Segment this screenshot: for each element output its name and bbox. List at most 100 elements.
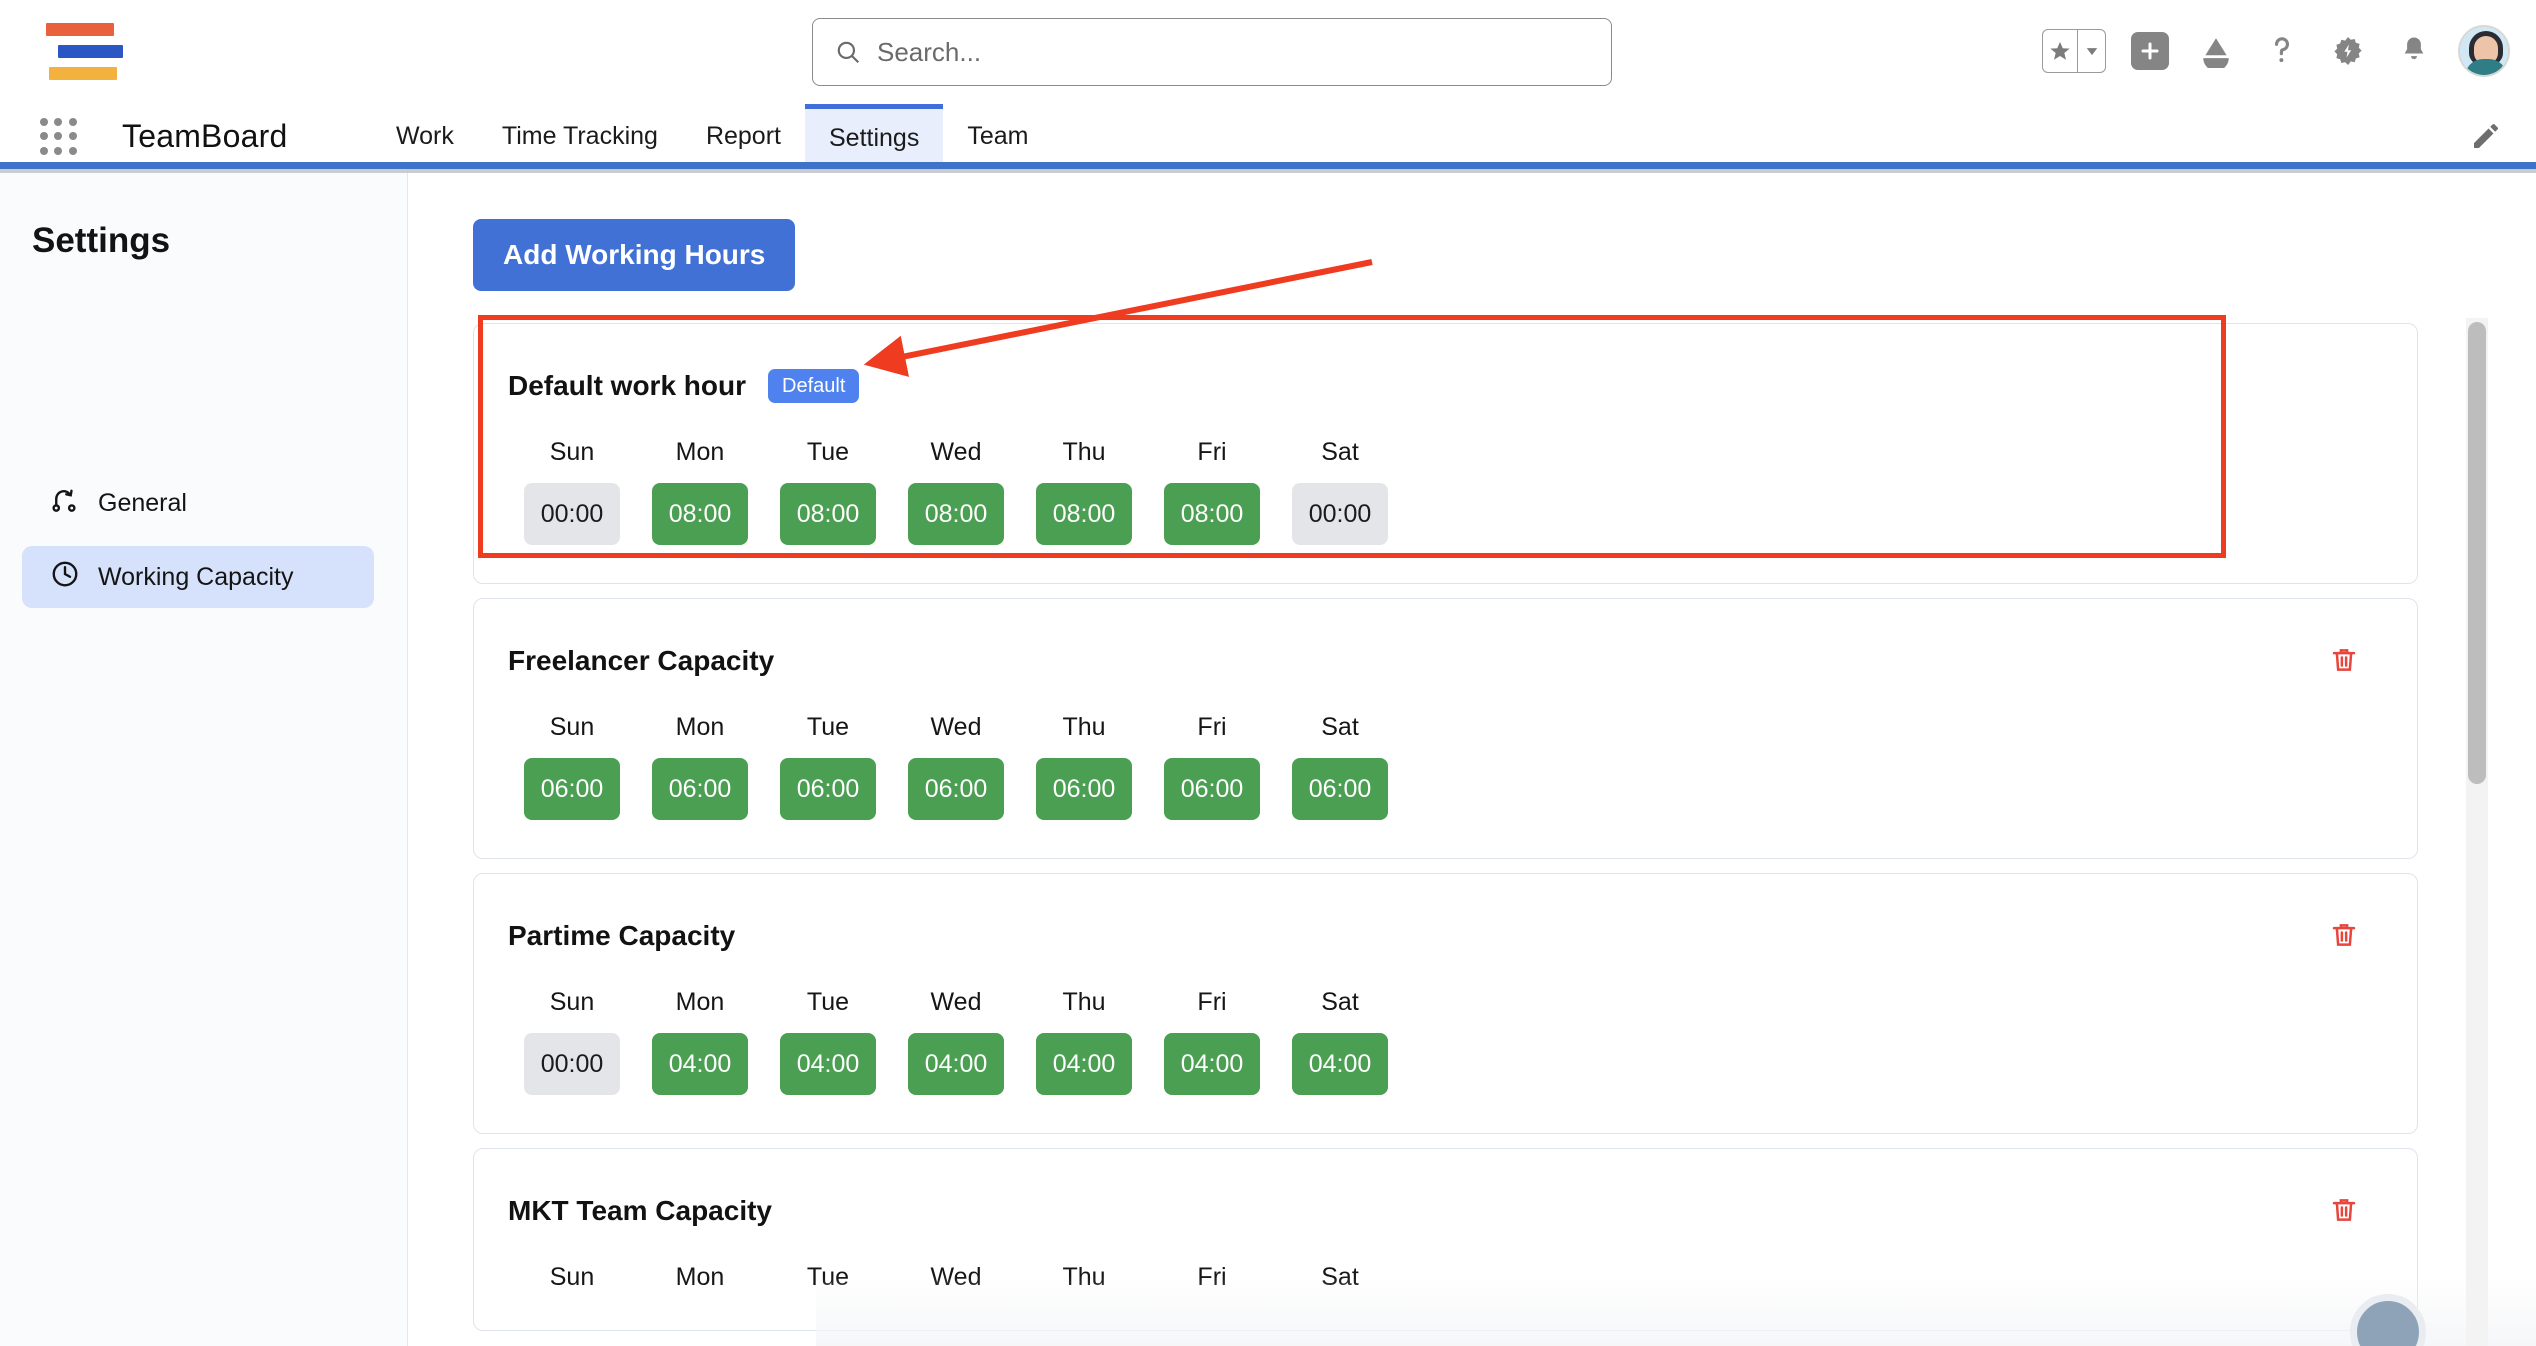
bell-notification-icon[interactable] [2392,29,2436,73]
logo-bar-blue [58,45,123,58]
sidebar-item-label-general: General [98,489,187,518]
capacity-card-list: Default work hour Default Sun 00:00 Mon … [408,323,2536,1345]
capacity-card-partime[interactable]: Partime Capacity Sun 00:00 Mon 04:00 [473,873,2418,1134]
hour-chip[interactable]: 04:00 [652,1033,748,1095]
star-dropdown-group[interactable] [2042,29,2106,73]
day-label: Mon [676,438,725,467]
day-label: Thu [1062,438,1105,467]
brand-name[interactable]: TeamBoard [122,118,287,155]
card-header: MKT Team Capacity [474,1189,2417,1233]
tab-work[interactable]: Work [372,104,478,168]
hour-chip[interactable]: 04:00 [1164,1033,1260,1095]
hour-chip[interactable]: 06:00 [1036,758,1132,820]
hour-chip[interactable]: 06:00 [908,758,1004,820]
jira-app-icon[interactable] [2194,29,2238,73]
day-label: Sun [550,438,594,467]
day-label: Tue [807,438,849,467]
hour-chip[interactable]: 08:00 [652,483,748,545]
day-label: Sun [550,988,594,1017]
working-capacity-content: Add Working Hours Default work hour Defa… [408,173,2536,1346]
day-col-tue: Tue [764,1263,892,1292]
day-label: Sun [550,713,594,742]
main-nav: TeamBoard Work Time Tracking Report Sett… [0,104,2536,168]
day-col-sun: Sun [508,1263,636,1292]
day-label: Wed [931,1263,982,1292]
avatar[interactable] [2458,25,2510,77]
day-col-wed: Wed 04:00 [892,988,1020,1095]
day-col-tue: Tue 06:00 [764,713,892,820]
card-title: Partime Capacity [508,920,735,952]
add-working-hours-button[interactable]: Add Working Hours [473,219,795,291]
plus-icon [2131,32,2169,70]
hour-chip[interactable]: 06:00 [1164,758,1260,820]
delete-icon[interactable] [2329,920,2359,955]
sidebar-item-general[interactable]: General [22,472,374,534]
delete-icon[interactable] [2329,1195,2359,1230]
hour-chip[interactable]: 04:00 [780,1033,876,1095]
hour-chip[interactable]: 00:00 [524,483,620,545]
hour-chip[interactable]: 08:00 [908,483,1004,545]
day-col-thu: Thu 04:00 [1020,988,1148,1095]
day-col-sun: Sun 06:00 [508,713,636,820]
day-label: Sat [1321,1263,1359,1292]
hour-chip[interactable]: 08:00 [1036,483,1132,545]
edit-pencil-icon[interactable] [2470,120,2502,157]
day-col-sun: Sun 00:00 [508,988,636,1095]
help-question-icon[interactable] [2260,29,2304,73]
capacity-card-freelancer[interactable]: Freelancer Capacity Sun 06:00 Mon 06:00 [473,598,2418,859]
hour-chip[interactable]: 06:00 [652,758,748,820]
day-label: Sat [1321,988,1359,1017]
tab-report[interactable]: Report [682,104,805,168]
day-row: Sun 00:00 Mon 08:00 Tue 08:00 Wed 08:00 … [474,438,2417,545]
hour-chip[interactable]: 08:00 [780,483,876,545]
day-col-fri: Fri 06:00 [1148,713,1276,820]
plus-button[interactable] [2128,29,2172,73]
capacity-card-mkt-team[interactable]: MKT Team Capacity Sun Mon Tue [473,1148,2418,1331]
capacity-card-default[interactable]: Default work hour Default Sun 00:00 Mon … [473,323,2418,584]
hour-chip[interactable]: 08:00 [1164,483,1260,545]
top-bar [0,0,2536,104]
content-scrollbar-thumb[interactable] [2468,322,2486,784]
settings-sync-icon [50,485,80,522]
tab-settings[interactable]: Settings [805,104,943,168]
day-label: Fri [1197,988,1226,1017]
hour-chip[interactable]: 06:00 [524,758,620,820]
day-label: Thu [1062,713,1105,742]
search-box[interactable] [812,18,1612,86]
chevron-down-icon[interactable] [2077,30,2105,72]
gear-settings-icon[interactable] [2326,29,2370,73]
card-title: Freelancer Capacity [508,645,774,677]
day-label: Tue [807,1263,849,1292]
card-header: Freelancer Capacity [474,639,2417,683]
day-row: Sun 00:00 Mon 04:00 Tue 04:00 Wed 04:00 … [474,988,2417,1095]
settings-sidebar: Settings General Working Capacity [0,173,408,1346]
day-col-mon: Mon 04:00 [636,988,764,1095]
tab-team[interactable]: Team [943,104,1052,168]
sidebar-item-working-capacity[interactable]: Working Capacity [22,546,374,608]
day-label: Thu [1062,988,1105,1017]
app-logo[interactable] [46,18,136,84]
day-col-sat: Sat [1276,1263,1404,1292]
star-icon[interactable] [2043,30,2077,72]
day-label: Wed [931,713,982,742]
search-icon [835,39,861,65]
hour-chip[interactable]: 00:00 [1292,483,1388,545]
delete-icon[interactable] [2329,645,2359,680]
hour-chip[interactable]: 00:00 [524,1033,620,1095]
tab-time-tracking[interactable]: Time Tracking [478,104,682,168]
day-col-mon: Mon 06:00 [636,713,764,820]
hour-chip[interactable]: 04:00 [908,1033,1004,1095]
hour-chip[interactable]: 04:00 [1036,1033,1132,1095]
app-grid-icon[interactable] [40,118,78,156]
default-badge: Default [768,369,859,403]
sidebar-title: Settings [32,221,170,261]
card-title: MKT Team Capacity [508,1195,772,1227]
day-col-fri: Fri 04:00 [1148,988,1276,1095]
day-col-thu: Thu 06:00 [1020,713,1148,820]
hour-chip[interactable]: 06:00 [1292,758,1388,820]
hour-chip[interactable]: 06:00 [780,758,876,820]
hour-chip[interactable]: 04:00 [1292,1033,1388,1095]
search-input[interactable] [877,37,1537,68]
day-row: Sun Mon Tue Wed Thu Fri Sat [474,1263,2417,1292]
nav-tabs: Work Time Tracking Report Settings Team [372,104,1052,168]
